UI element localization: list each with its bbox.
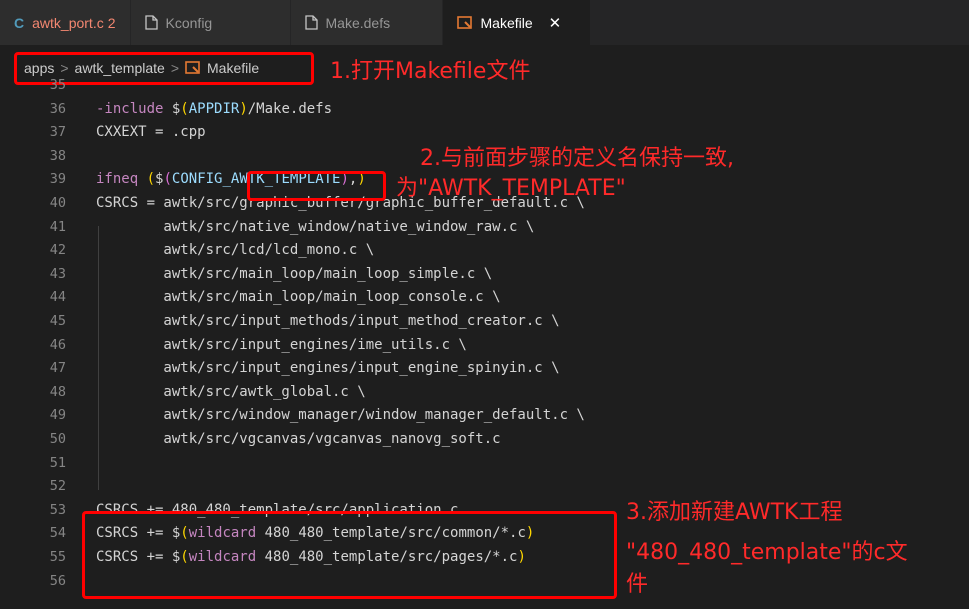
code-text: awtk/src/input_engines/ime_utils.c \ [96, 336, 467, 353]
line-number: 45 [49, 313, 66, 329]
tab-label: Kconfig [165, 14, 213, 31]
code-text: awtk/src/native_window/native_window_raw… [96, 218, 535, 235]
breadcrumb-item-awtk-template[interactable]: awtk_template [75, 60, 165, 76]
editor-tab-bar: C awtk_port.c 2 Kconfig Make.defs Makefi… [0, 0, 969, 45]
annotation-step2-line1: 2.与前面步骤的定义名保持一致, [420, 146, 734, 171]
line-number: 40 [49, 195, 66, 211]
line-number: 38 [49, 147, 66, 164]
tab-label: Makefile [480, 14, 533, 31]
annotation-step2-line2: 为"AWTK_TEMPLATE" [396, 176, 626, 201]
line-number: 49 [49, 407, 66, 424]
line-number: 42 [49, 242, 66, 259]
annotation-step1: 1.打开Makefile文件 [330, 59, 531, 84]
annotation-step3-line1: 3.添加新建AWTK工程 [626, 500, 843, 525]
line-number: 36 [49, 100, 66, 117]
indent-guide [98, 226, 99, 490]
file-icon [304, 15, 318, 30]
line-number: 55 [49, 549, 66, 565]
line-number: 51 [49, 454, 66, 471]
line-number: 44 [49, 289, 66, 306]
breadcrumb-separator: > [170, 60, 180, 76]
c-file-icon: C [14, 14, 25, 31]
tab-make-defs[interactable]: Make.defs [290, 0, 443, 45]
line-number: 56 [49, 572, 66, 589]
code-text: awtk/src/awtk_global.c \ [96, 383, 366, 400]
line-number: 43 [49, 265, 66, 282]
code-text: -include $(APPDIR)/Make.defs [96, 100, 333, 117]
problem-count-badge: 2 [107, 14, 116, 31]
code-text: awtk/src/input_methods/input_method_crea… [96, 313, 560, 329]
tab-label: awtk_port.c [32, 14, 104, 31]
close-icon[interactable]: ✕ [549, 14, 562, 32]
tab-kconfig[interactable]: Kconfig [130, 0, 291, 45]
line-number: 39 [49, 171, 66, 188]
breadcrumb-item-makefile[interactable]: Makefile [207, 60, 259, 76]
line-number: 54 [49, 525, 66, 542]
line-number: 37 [49, 124, 66, 141]
code-text: awtk/src/input_engines/input_engine_spin… [96, 360, 560, 377]
line-number: 46 [49, 336, 66, 353]
config-name-highlight-box [247, 171, 386, 201]
csrcs-highlight-box [82, 511, 617, 599]
makefile-icon [185, 61, 201, 75]
tab-makefile[interactable]: Makefile ✕ [442, 0, 591, 45]
tab-awtk-port-c[interactable]: C awtk_port.c 2 [0, 0, 131, 45]
code-text: awtk/src/lcd/lcd_mono.c \ [96, 242, 375, 259]
line-number: 53 [49, 501, 66, 518]
line-number: 48 [49, 383, 66, 400]
line-number: 35 [49, 77, 66, 93]
annotation-step3-line3: 件 [626, 572, 649, 597]
file-icon [144, 15, 158, 30]
line-number: 50 [49, 431, 66, 447]
line-number: 52 [49, 478, 66, 495]
annotation-step3-line2: "480_480_template"的c文 [626, 540, 908, 565]
makefile-icon [456, 15, 473, 30]
code-text: awtk/src/window_manager/window_manager_d… [96, 407, 585, 424]
tab-label: Make.defs [325, 14, 391, 31]
code-text: awtk/src/main_loop/main_loop_console.c \ [96, 289, 501, 306]
line-number: 47 [49, 360, 66, 377]
line-number: 41 [49, 218, 66, 235]
code-text: awtk/src/main_loop/main_loop_simple.c \ [96, 265, 493, 282]
code-text: CXXEXT = .cpp [96, 124, 206, 141]
code-text: awtk/src/vgcanvas/vgcanvas_nanovg_soft.c [96, 431, 501, 447]
